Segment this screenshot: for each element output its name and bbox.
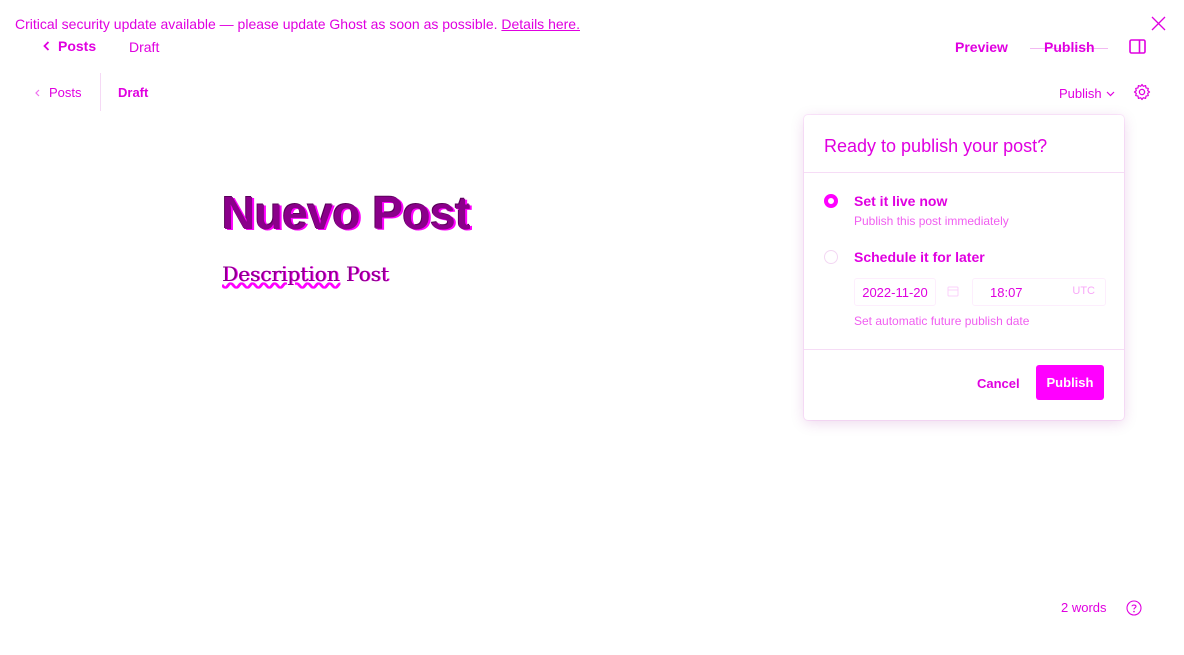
post-excerpt[interactable]: Description Post	[222, 262, 389, 286]
security-banner: Critical security update available — ple…	[15, 16, 580, 32]
post-title[interactable]: Nuevo Post	[222, 186, 471, 240]
breadcrumb-posts-label: Posts	[49, 85, 82, 100]
popup-divider	[804, 349, 1124, 350]
post-status: Draft	[129, 39, 160, 55]
preview-button[interactable]: Preview	[955, 39, 1008, 55]
timezone-label: UTC	[1072, 285, 1095, 297]
help-icon[interactable]	[1126, 600, 1142, 616]
chevron-down-icon	[1106, 91, 1115, 96]
breadcrumb-divider	[100, 73, 101, 111]
breadcrumb-posts-link[interactable]: Posts	[35, 85, 82, 100]
calendar-icon[interactable]	[947, 285, 959, 297]
gear-icon[interactable]	[1133, 83, 1151, 101]
banner-details-link[interactable]: Details here.	[501, 16, 580, 32]
back-to-posts-button[interactable]: Posts	[43, 38, 96, 54]
chevron-left-icon	[35, 89, 40, 96]
popup-divider	[804, 172, 1124, 173]
schedule-radio[interactable]	[824, 250, 838, 264]
back-to-posts-label: Posts	[58, 38, 97, 54]
schedule-time-input[interactable]: 18:07 UTC	[972, 278, 1106, 306]
schedule-date-input[interactable]: 2022-11-20	[854, 278, 936, 306]
chevron-left-icon	[43, 41, 50, 51]
excerpt-word: Post	[345, 262, 389, 286]
publish-popup: Ready to publish your post? Set it live …	[804, 115, 1124, 420]
schedule-help: Set automatic future publish date	[854, 314, 1030, 328]
publish-now-radio[interactable]	[824, 194, 838, 208]
schedule-time-value: 18:07	[990, 285, 1023, 300]
close-icon[interactable]	[1151, 16, 1166, 31]
word-count: 2 words	[1061, 600, 1107, 615]
excerpt-word: Description	[222, 262, 340, 286]
publish-button-top[interactable]: Publish	[1044, 39, 1095, 55]
cancel-button[interactable]: Cancel	[977, 376, 1020, 391]
publish-dropdown-trigger[interactable]: Publish	[1059, 86, 1115, 101]
publish-dropdown-label: Publish	[1059, 86, 1102, 101]
schedule-label[interactable]: Schedule it for later	[854, 249, 985, 265]
publish-now-label[interactable]: Set it live now	[854, 193, 947, 209]
banner-message: Critical security update available — ple…	[15, 16, 498, 32]
breadcrumb-status: Draft	[118, 85, 149, 100]
publish-confirm-button[interactable]: Publish	[1036, 365, 1104, 400]
popup-title: Ready to publish your post?	[824, 136, 1048, 156]
publish-now-help: Publish this post immediately	[854, 214, 1009, 228]
sidebar-toggle-icon[interactable]	[1129, 39, 1146, 54]
schedule-date-value: 2022-11-20	[862, 284, 928, 300]
